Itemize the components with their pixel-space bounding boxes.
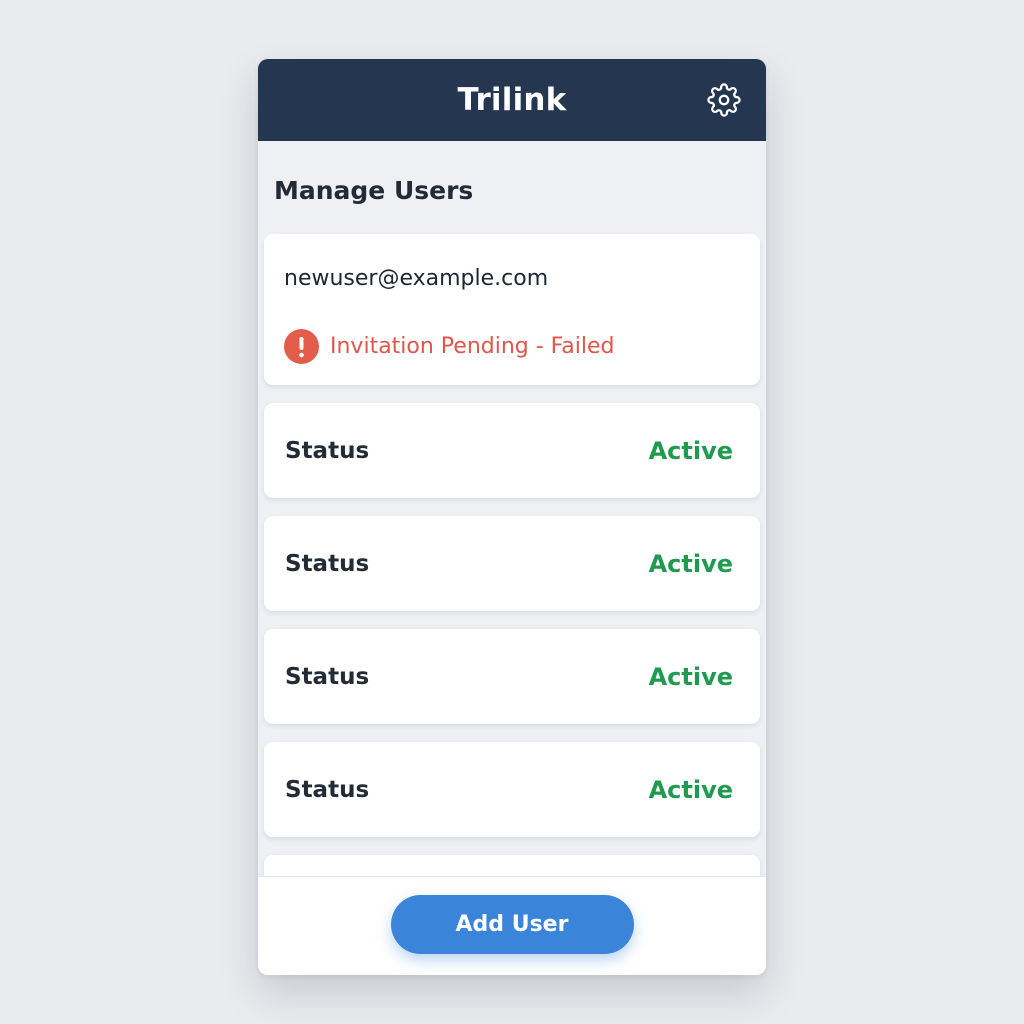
invite-card[interactable]: newuser@example.com Invitation Pending -… xyxy=(264,234,760,385)
invite-email: newuser@example.com xyxy=(284,266,549,291)
status-label: Status xyxy=(285,437,370,464)
invite-status-text: Invitation Pending - Failed xyxy=(330,333,615,359)
footer-bar: Add User xyxy=(258,876,766,975)
status-value: Active xyxy=(648,436,733,465)
status-label: Status xyxy=(285,663,370,690)
status-row[interactable]: Status Active xyxy=(264,516,760,611)
settings-button[interactable] xyxy=(706,82,742,118)
status-value: Active xyxy=(648,662,733,691)
app-window: Trilink Manage Users newuser@example.com… xyxy=(258,59,766,975)
app-header: Trilink xyxy=(258,59,766,141)
status-row[interactable]: Status Active xyxy=(264,403,760,498)
gear-icon xyxy=(707,83,741,117)
invite-status: Invitation Pending - Failed xyxy=(284,328,740,364)
app-title: Trilink xyxy=(457,82,567,118)
status-value: Active xyxy=(648,549,733,578)
status-value: Active xyxy=(648,775,733,804)
status-row[interactable]: Status Active xyxy=(264,742,760,837)
add-user-button[interactable]: Add User xyxy=(390,895,634,954)
user-list-area: Manage Users newuser@example.com Invitat… xyxy=(258,141,766,975)
status-row[interactable]: Status Active xyxy=(264,629,760,724)
status-label: Status xyxy=(285,776,370,803)
page-title: Manage Users xyxy=(274,176,474,205)
alert-icon xyxy=(284,328,319,364)
status-label: Status xyxy=(285,550,370,577)
